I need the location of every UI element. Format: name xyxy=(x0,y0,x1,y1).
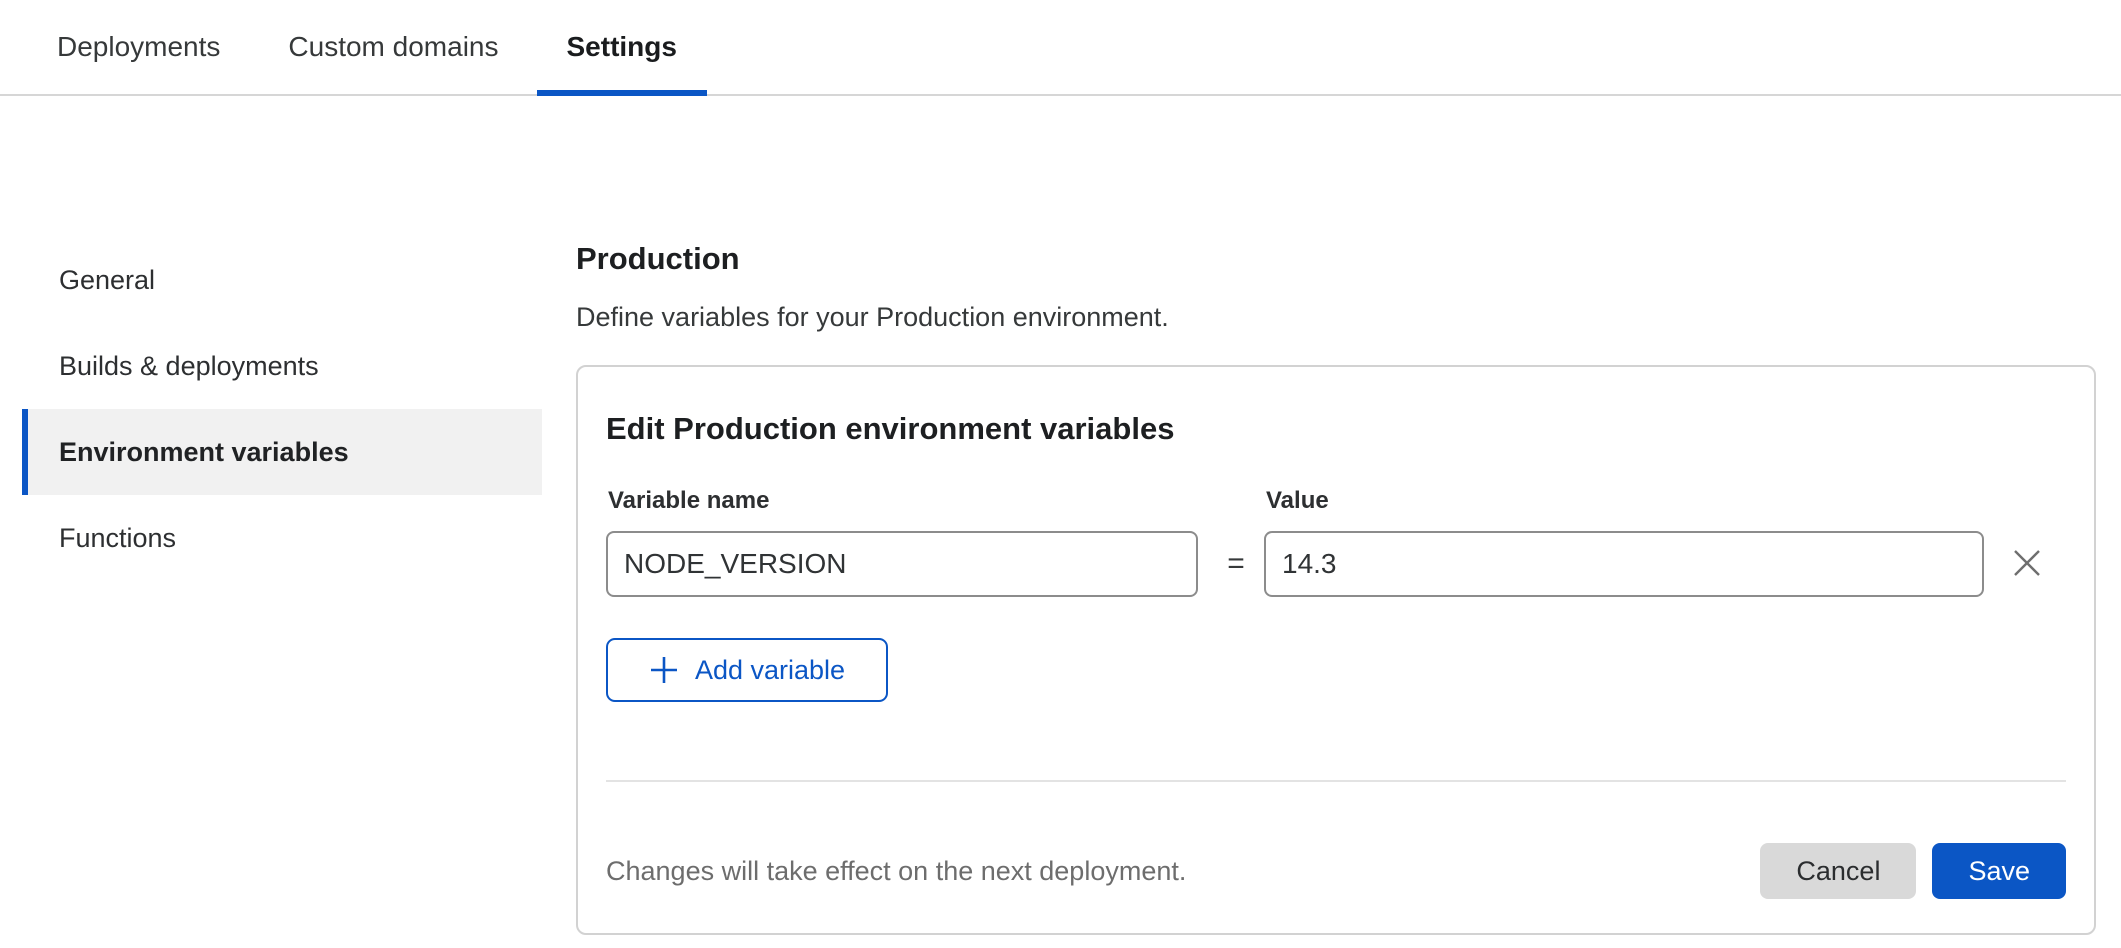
close-icon xyxy=(2010,546,2044,583)
tab-deployments[interactable]: Deployments xyxy=(27,0,250,94)
variable-value-input[interactable] xyxy=(1264,531,1984,597)
tab-label: Custom domains xyxy=(288,31,498,63)
tab-label: Settings xyxy=(567,31,677,63)
equals-sign: = xyxy=(1210,531,1262,597)
cancel-button[interactable]: Cancel xyxy=(1760,843,1916,899)
add-variable-button[interactable]: Add variable xyxy=(606,638,888,702)
project-tab-bar: Deployments Custom domains Settings xyxy=(0,0,2121,96)
card-title: Edit Production environment variables xyxy=(606,411,1174,447)
value-label: Value xyxy=(1266,487,1329,515)
tab-settings[interactable]: Settings xyxy=(537,0,707,94)
save-button[interactable]: Save xyxy=(1932,843,2066,899)
add-variable-label: Add variable xyxy=(695,655,845,686)
tab-label: Deployments xyxy=(57,31,220,63)
card-footer: Changes will take effect on the next dep… xyxy=(606,843,2066,899)
edit-variables-card: Edit Production environment variables Va… xyxy=(576,365,2096,935)
tab-custom-domains[interactable]: Custom domains xyxy=(258,0,528,94)
sidenav-item-label: Environment variables xyxy=(59,437,349,468)
sidenav-item-label: General xyxy=(59,265,155,296)
environment-heading: Production xyxy=(576,240,2096,278)
variable-name-input[interactable] xyxy=(606,531,1198,597)
sidenav-item-functions[interactable]: Functions xyxy=(22,495,542,581)
plus-icon xyxy=(649,655,679,685)
deployment-note: Changes will take effect on the next dep… xyxy=(606,856,1760,887)
sidenav-item-general[interactable]: General xyxy=(22,237,542,323)
variable-name-label: Variable name xyxy=(608,487,769,515)
environment-variables-panel: Production Define variables for your Pro… xyxy=(576,240,2096,940)
sidenav-item-builds-deployments[interactable]: Builds & deployments xyxy=(22,323,542,409)
environment-description: Define variables for your Production env… xyxy=(576,300,2096,334)
sidenav-item-label: Builds & deployments xyxy=(59,351,319,382)
sidenav-item-environment-variables[interactable]: Environment variables xyxy=(22,409,542,495)
remove-variable-button[interactable] xyxy=(2006,543,2048,585)
sidenav-item-label: Functions xyxy=(59,523,176,554)
card-divider xyxy=(606,780,2066,782)
settings-sidenav: General Builds & deployments Environment… xyxy=(22,237,542,581)
